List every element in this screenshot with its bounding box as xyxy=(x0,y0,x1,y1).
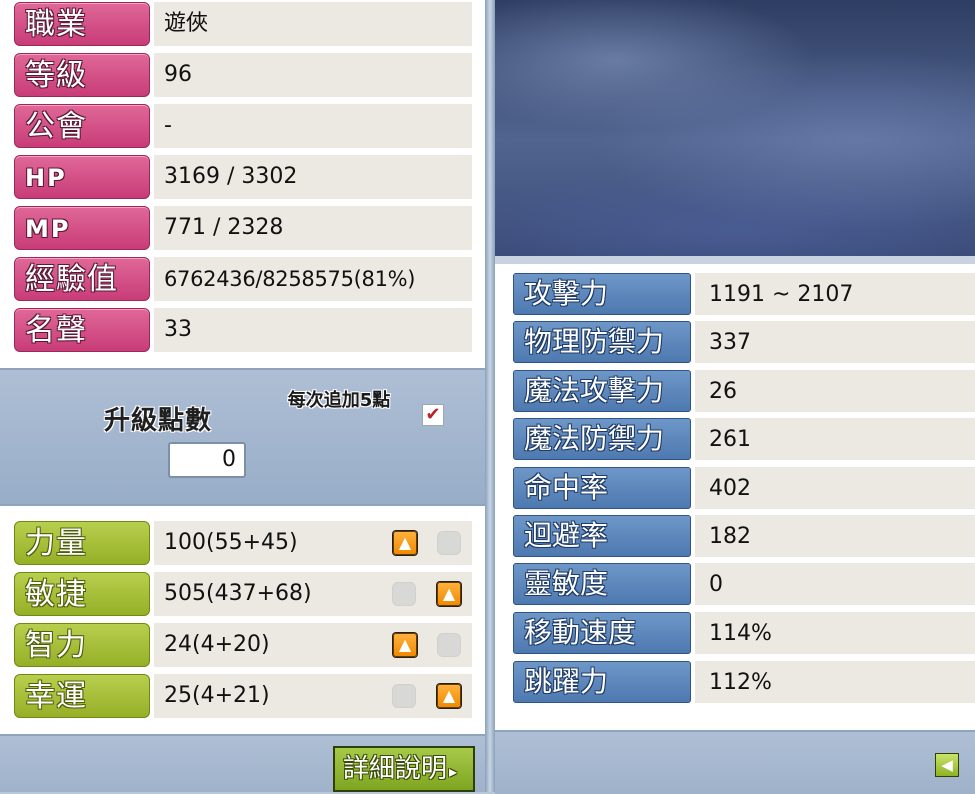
collapse-arrow-icon[interactable]: ◀ xyxy=(935,753,959,777)
stat-value: 402 xyxy=(695,467,975,509)
increase-luk-button[interactable]: ▲ xyxy=(437,684,461,708)
attribute-label: 幸運 xyxy=(14,674,150,718)
disabled-button-slot xyxy=(437,633,461,657)
detail-button[interactable]: 詳細說明 ▸ xyxy=(333,746,475,792)
background-image xyxy=(495,0,975,256)
stat-value: 1191 ~ 2107 xyxy=(695,273,975,315)
stat-label: 物理防禦力 xyxy=(513,321,691,363)
stat-label: 靈敏度 xyxy=(513,563,691,605)
stat-value: 182 xyxy=(695,515,975,557)
stat-label: 命中率 xyxy=(513,467,691,509)
detail-button-label: 詳細說明 xyxy=(343,754,448,784)
stat-label: 魔法攻擊力 xyxy=(513,370,691,412)
profile-label: 職業 xyxy=(14,2,150,46)
attribute-label: 敏捷 xyxy=(14,572,150,616)
attribute-value: 505(437+68) xyxy=(154,572,472,616)
disabled-button-slot xyxy=(392,684,416,708)
stat-value: 26 xyxy=(695,370,975,412)
stat-row-speed: 移動速度 114% xyxy=(495,610,975,658)
level-up-points-label: 升級點數 xyxy=(104,406,213,436)
profile-value: 3169 / 3302 xyxy=(154,155,472,199)
profile-value: 6762436/8258575(81%) xyxy=(154,257,472,301)
profile-row-level: 等級 96 xyxy=(0,51,485,101)
stat-row-attack: 攻擊力 1191 ~ 2107 xyxy=(495,271,975,319)
level-up-points-field[interactable]: 0 xyxy=(168,442,246,478)
increase-int-button[interactable]: ▲ xyxy=(393,633,417,657)
level-up-section: 升級點數 0 每次追加5點 xyxy=(0,368,485,506)
stat-label: 移動速度 xyxy=(513,612,691,654)
disabled-button-slot xyxy=(437,531,461,555)
profile-row-fame: 名聲 33 xyxy=(0,306,485,356)
profile-row-exp: 經驗值 6762436/8258575(81%) xyxy=(0,255,485,305)
profile-label: 等級 xyxy=(14,53,150,97)
stat-row-avoidability: 迴避率 182 xyxy=(495,513,975,561)
disabled-button-slot xyxy=(392,582,416,606)
stat-row-magic-defense: 魔法防禦力 261 xyxy=(495,416,975,464)
attribute-value: 25(4+21) xyxy=(154,674,472,718)
profile-row-mp: MP 771 / 2328 xyxy=(0,204,485,254)
profile-value: 33 xyxy=(154,308,472,352)
stat-label: 跳躍力 xyxy=(513,661,691,703)
character-info-panel: 職業 遊俠 等級 96 公會 - HP 3169 / 3302 MP 771 /… xyxy=(0,0,485,792)
right-footer-bar xyxy=(495,730,975,794)
profile-row-job: 職業 遊俠 xyxy=(0,0,485,50)
stat-value: 114% xyxy=(695,612,975,654)
stat-label: 迴避率 xyxy=(513,515,691,557)
stat-label: 攻擊力 xyxy=(513,273,691,315)
panel-divider xyxy=(485,0,495,792)
arrow-right-icon: ▸ xyxy=(449,762,458,781)
attribute-label: 力量 xyxy=(14,521,150,565)
stat-row-physical-defense: 物理防禦力 337 xyxy=(495,319,975,367)
add-per-click-label: 每次追加5點 xyxy=(287,390,391,411)
attribute-value: 24(4+20) xyxy=(154,623,472,667)
stat-value: 0 xyxy=(695,563,975,605)
attribute-value: 100(55+45) xyxy=(154,521,472,565)
profile-value: 771 / 2328 xyxy=(154,206,472,250)
stat-row-jump: 跳躍力 112% xyxy=(495,659,975,707)
increase-str-button[interactable]: ▲ xyxy=(393,531,417,555)
profile-label: MP xyxy=(14,206,150,250)
attribute-label: 智力 xyxy=(14,623,150,667)
stat-row-accuracy: 命中率 402 xyxy=(495,465,975,513)
profile-value: 96 xyxy=(154,53,472,97)
profile-label: 經驗值 xyxy=(14,257,150,301)
increase-dex-button[interactable]: ▲ xyxy=(437,582,461,606)
stat-value: 261 xyxy=(695,418,975,460)
profile-row-guild: 公會 - xyxy=(0,102,485,152)
profile-value: - xyxy=(154,104,472,148)
profile-label: 公會 xyxy=(14,104,150,148)
stat-row-magic-attack: 魔法攻擊力 26 xyxy=(495,368,975,416)
stat-label: 魔法防禦力 xyxy=(513,418,691,460)
profile-row-hp: HP 3169 / 3302 xyxy=(0,153,485,203)
detailed-stats-panel: 攻擊力 1191 ~ 2107 物理防禦力 337 魔法攻擊力 26 魔法防禦力… xyxy=(495,0,975,794)
profile-label: 名聲 xyxy=(14,308,150,352)
stat-value: 112% xyxy=(695,661,975,703)
profile-label: HP xyxy=(14,155,150,199)
stat-row-hands: 靈敏度 0 xyxy=(495,561,975,609)
profile-value: 遊俠 xyxy=(154,2,472,46)
add-five-checkbox[interactable]: ✔ xyxy=(422,404,444,426)
divider xyxy=(495,256,975,264)
stat-value: 337 xyxy=(695,321,975,363)
